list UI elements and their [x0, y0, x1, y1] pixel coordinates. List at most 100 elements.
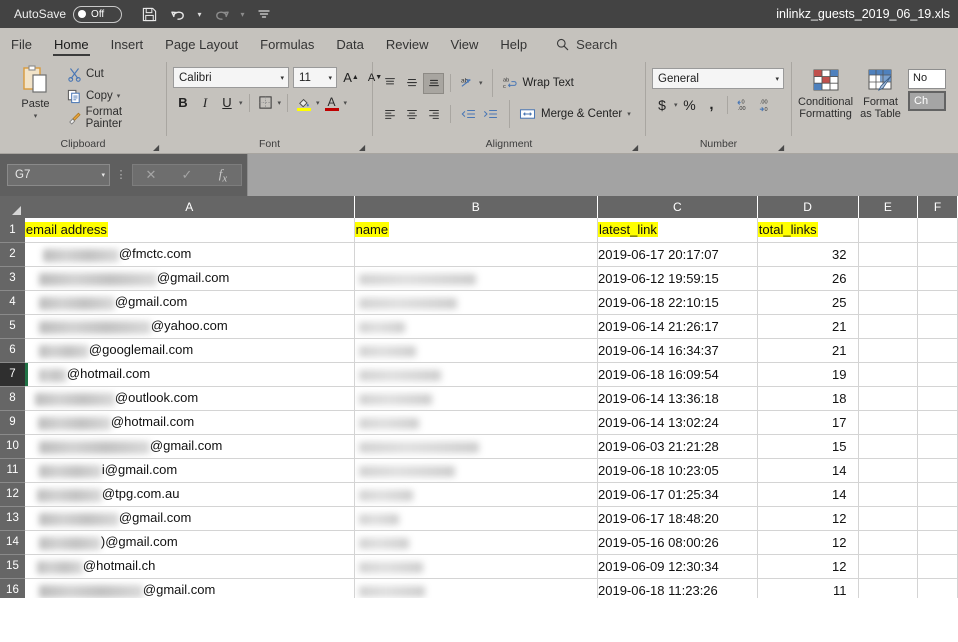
- wrap-text-button[interactable]: ab c Wrap Text: [502, 72, 573, 94]
- cell-f4[interactable]: [917, 290, 958, 315]
- align-top-button[interactable]: [379, 73, 400, 94]
- cell-e9[interactable]: [858, 410, 919, 435]
- cell-c7[interactable]: 2019-06-18 16:09:54: [597, 362, 758, 387]
- cell-f7[interactable]: [917, 362, 958, 387]
- cell-e14[interactable]: [858, 530, 919, 555]
- cell-b6[interactable]: [354, 338, 599, 363]
- cell-c4[interactable]: 2019-06-18 22:10:15: [597, 290, 758, 315]
- name-box-caret[interactable]: ▾: [101, 171, 105, 179]
- formula-input[interactable]: [247, 154, 958, 196]
- cell-d7[interactable]: 19: [757, 362, 859, 387]
- comma-style-button[interactable]: ,: [702, 94, 722, 115]
- save-icon[interactable]: [136, 2, 162, 26]
- number-format-caret[interactable]: ▾: [775, 75, 779, 83]
- cell-b1[interactable]: name: [354, 218, 599, 243]
- font-name-caret[interactable]: ▾: [280, 74, 284, 82]
- cell-d16[interactable]: 11: [757, 578, 859, 598]
- merge-center-button[interactable]: Merge & Center ▾: [519, 103, 631, 125]
- cell-b15[interactable]: [354, 554, 599, 579]
- cell-c10[interactable]: 2019-06-03 21:21:28: [597, 434, 758, 459]
- cell-d6[interactable]: 21: [757, 338, 859, 363]
- cell-b10[interactable]: [354, 434, 599, 459]
- cell-b14[interactable]: [354, 530, 599, 555]
- cell-e6[interactable]: [858, 338, 919, 363]
- alignment-dialog-launcher[interactable]: ◢: [632, 143, 641, 152]
- merge-center-dropdown-caret[interactable]: ▾: [627, 110, 631, 118]
- cell-e3[interactable]: [858, 266, 919, 291]
- cell-f1[interactable]: [917, 218, 958, 243]
- fill-color-dropdown-caret[interactable]: ▾: [316, 99, 320, 107]
- cell-a2[interactable]: @fmctc.com: [24, 242, 355, 267]
- tab-data[interactable]: Data: [325, 37, 374, 58]
- row-header-9[interactable]: 9: [0, 410, 25, 435]
- align-left-button[interactable]: [379, 104, 400, 125]
- cell-d10[interactable]: 15: [757, 434, 859, 459]
- font-size-caret[interactable]: ▾: [328, 74, 332, 82]
- row-header-7[interactable]: 7: [0, 362, 25, 387]
- cell-f9[interactable]: [917, 410, 958, 435]
- cell-f6[interactable]: [917, 338, 958, 363]
- percent-button[interactable]: %: [680, 94, 700, 115]
- cell-a3[interactable]: @gmail.com: [24, 266, 355, 291]
- row-header-14[interactable]: 14: [0, 530, 25, 555]
- cell-e5[interactable]: [858, 314, 919, 339]
- cell-a16[interactable]: @gmail.com: [24, 578, 355, 598]
- cell-e7[interactable]: [858, 362, 919, 387]
- cell-c5[interactable]: 2019-06-14 21:26:17: [597, 314, 758, 339]
- undo-icon[interactable]: [165, 2, 191, 26]
- cell-f2[interactable]: [917, 242, 958, 267]
- cell-a14[interactable]: )@gmail.com: [24, 530, 355, 555]
- cell-a8[interactable]: @outlook.com: [24, 386, 355, 411]
- cell-f8[interactable]: [917, 386, 958, 411]
- increase-font-size-button[interactable]: A ▲: [341, 67, 361, 88]
- tab-file[interactable]: File: [0, 37, 43, 58]
- copy-dropdown-caret[interactable]: ▾: [117, 92, 121, 100]
- font-color-button[interactable]: A: [322, 92, 342, 113]
- cell-c14[interactable]: 2019-05-16 08:00:26: [597, 530, 758, 555]
- cell-c11[interactable]: 2019-06-18 10:23:05: [597, 458, 758, 483]
- format-painter-button[interactable]: Format Painter: [65, 106, 160, 130]
- orientation-button[interactable]: ab: [457, 73, 478, 94]
- tab-help[interactable]: Help: [489, 37, 538, 58]
- cell-e13[interactable]: [858, 506, 919, 531]
- cell-e15[interactable]: [858, 554, 919, 579]
- column-header-d[interactable]: D: [757, 196, 859, 218]
- cell-f15[interactable]: [917, 554, 958, 579]
- cell-c2[interactable]: 2019-06-17 20:17:07: [597, 242, 758, 267]
- cell-a4[interactable]: @gmail.com: [24, 290, 355, 315]
- column-header-a[interactable]: A: [24, 196, 355, 218]
- cut-button[interactable]: Cut: [65, 63, 160, 85]
- cell-d1[interactable]: total_links: [757, 218, 859, 243]
- cell-c15[interactable]: 2019-06-09 12:30:34: [597, 554, 758, 579]
- italic-button[interactable]: I: [195, 92, 215, 113]
- currency-button[interactable]: $: [652, 94, 672, 115]
- cell-d8[interactable]: 18: [757, 386, 859, 411]
- underline-button[interactable]: U: [217, 92, 237, 113]
- cell-d5[interactable]: 21: [757, 314, 859, 339]
- cell-f3[interactable]: [917, 266, 958, 291]
- cell-style-check-cell[interactable]: Ch: [908, 91, 946, 111]
- row-header-16[interactable]: 16: [0, 578, 25, 598]
- borders-dropdown-caret[interactable]: ▾: [278, 99, 282, 107]
- select-all-corner[interactable]: [0, 196, 25, 218]
- row-header-6[interactable]: 6: [0, 338, 25, 363]
- cell-b8[interactable]: [354, 386, 599, 411]
- customize-qat-icon[interactable]: [251, 2, 277, 26]
- cell-c1[interactable]: latest_link: [597, 218, 758, 243]
- search-box[interactable]: Search: [538, 37, 617, 58]
- insert-function-icon[interactable]: fx: [205, 165, 241, 185]
- cell-c6[interactable]: 2019-06-14 16:34:37: [597, 338, 758, 363]
- copy-button[interactable]: Copy ▾: [65, 85, 160, 107]
- cell-a9[interactable]: @hotmail.com: [24, 410, 355, 435]
- cell-f16[interactable]: [917, 578, 958, 598]
- paste-button[interactable]: Paste ▾: [10, 61, 61, 123]
- cell-b3[interactable]: [354, 266, 599, 291]
- font-color-dropdown-caret[interactable]: ▾: [344, 99, 348, 107]
- number-dialog-launcher[interactable]: ◢: [778, 143, 787, 152]
- cell-b2[interactable]: [354, 242, 599, 267]
- cell-e2[interactable]: [858, 242, 919, 267]
- row-header-11[interactable]: 11: [0, 458, 25, 483]
- cell-style-normal[interactable]: No: [908, 69, 946, 89]
- cell-a13[interactable]: @gmail.com: [24, 506, 355, 531]
- column-header-e[interactable]: E: [858, 196, 919, 218]
